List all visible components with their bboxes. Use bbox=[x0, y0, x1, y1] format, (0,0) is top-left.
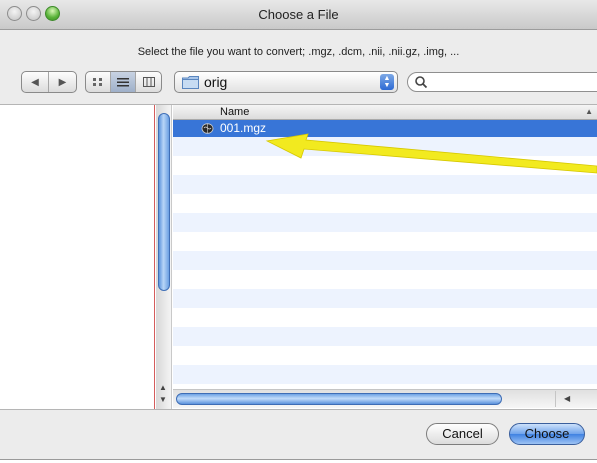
cancel-button[interactable]: Cancel bbox=[426, 423, 499, 445]
file-list: Name ▲ 001.mgz bbox=[173, 105, 597, 389]
icon-view-icon bbox=[92, 77, 102, 86]
empty-row bbox=[173, 289, 597, 308]
empty-row bbox=[173, 346, 597, 365]
file-row[interactable]: 001.mgz bbox=[173, 120, 597, 137]
title-bar[interactable]: Choose a File bbox=[0, 0, 597, 30]
scroll-up-icon[interactable]: ▲ bbox=[159, 383, 167, 392]
location-popup[interactable]: orig ▲ ▼ bbox=[174, 71, 398, 93]
column-view-icon bbox=[142, 77, 155, 87]
horizontal-scroll-thumb[interactable] bbox=[176, 393, 502, 405]
view-mode-buttons bbox=[85, 71, 162, 93]
list-view-button[interactable] bbox=[111, 72, 137, 92]
location-label: orig bbox=[204, 74, 228, 90]
vertical-scroll-thumb[interactable] bbox=[158, 113, 170, 291]
sort-ascending-icon: ▲ bbox=[585, 107, 593, 116]
file-name: 001.mgz bbox=[220, 121, 267, 135]
column-header-label: Name bbox=[220, 106, 250, 118]
scroll-left-icon[interactable]: ◀ bbox=[555, 391, 595, 407]
search-icon bbox=[415, 76, 428, 89]
file-rows: 001.mgz bbox=[173, 120, 597, 389]
icon-view-button[interactable] bbox=[86, 72, 112, 92]
back-button[interactable]: ◀ bbox=[22, 72, 50, 92]
list-view-icon bbox=[117, 77, 130, 86]
empty-row bbox=[173, 175, 597, 194]
empty-row bbox=[173, 137, 597, 156]
brain-file-icon bbox=[201, 123, 214, 134]
popup-arrows-icon: ▲ ▼ bbox=[380, 74, 394, 90]
empty-row bbox=[173, 232, 597, 251]
empty-row bbox=[173, 327, 597, 346]
file-browser: ▲ ▼ Name ▲ 001.mgz ◀ bbox=[0, 104, 597, 410]
forward-button[interactable]: ▶ bbox=[49, 72, 76, 92]
scroll-down-icon[interactable]: ▼ bbox=[159, 395, 167, 404]
empty-row bbox=[173, 365, 597, 384]
file-chooser-window: Choose a File Select the file you want t… bbox=[0, 0, 597, 460]
choose-button[interactable]: Choose bbox=[509, 423, 585, 445]
vertical-scrollbar[interactable]: ▲ ▼ bbox=[156, 105, 172, 409]
empty-row bbox=[173, 213, 597, 232]
search-field[interactable] bbox=[407, 72, 597, 92]
folder-icon bbox=[182, 76, 199, 89]
prompt-message: Select the file you want to convert; .mg… bbox=[137, 46, 460, 58]
horizontal-scrollbar[interactable]: ◀ bbox=[173, 389, 597, 408]
empty-row bbox=[173, 194, 597, 213]
column-view-button[interactable] bbox=[136, 72, 161, 92]
empty-row bbox=[173, 270, 597, 289]
sidebar[interactable] bbox=[0, 105, 155, 409]
window-title: Choose a File bbox=[258, 7, 339, 22]
empty-row bbox=[173, 308, 597, 327]
navigation-buttons: ◀ ▶ bbox=[21, 71, 77, 93]
empty-row bbox=[173, 156, 597, 175]
empty-row bbox=[173, 251, 597, 270]
column-header-name[interactable]: Name ▲ bbox=[173, 105, 597, 120]
